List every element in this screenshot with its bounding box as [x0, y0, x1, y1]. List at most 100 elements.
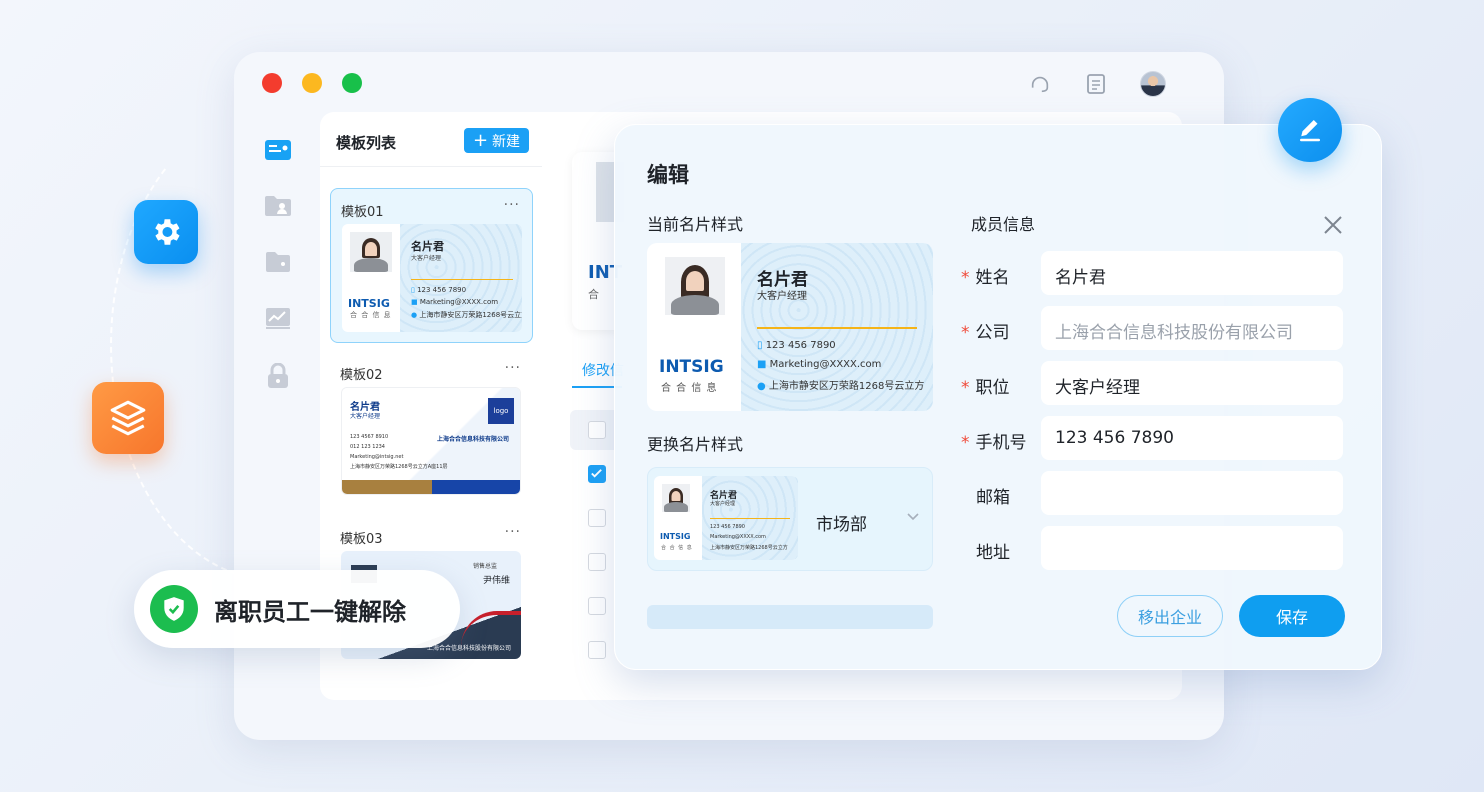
- brand-cn: 合 合 信 息: [661, 383, 718, 394]
- card-footer-band: [342, 480, 520, 494]
- layers-float-button: [92, 382, 164, 454]
- card-address: 上海市静安区万荣路1268号云立方: [710, 545, 788, 551]
- card-email: Marketing@intsig.net: [350, 454, 404, 460]
- face: [365, 242, 377, 256]
- plus-icon: +: [472, 129, 489, 151]
- preview-brand-cn: 合: [588, 288, 599, 301]
- position-input[interactable]: 大客户经理: [1041, 361, 1343, 405]
- card-title: 大客户经理: [757, 291, 807, 302]
- phone-icon: ▯: [757, 340, 766, 351]
- card-style-select[interactable]: INTSIG 合 合 信 息 名片君 大客户经理 123 456 7890 Ma…: [647, 467, 933, 571]
- label-text: 姓名: [975, 268, 1010, 288]
- template-name: 模板02: [340, 368, 383, 383]
- new-label: 新建: [492, 133, 521, 150]
- more-icon[interactable]: ···: [504, 197, 520, 213]
- company-logo: logo: [488, 398, 514, 424]
- card-address: 上海市静安区万荣路1268号云立方: [419, 311, 522, 319]
- card-company: 上海合合信息科技有限公司: [437, 436, 510, 443]
- select-all-checkbox[interactable]: [588, 421, 606, 439]
- label-text: 手机号: [975, 433, 1027, 453]
- swap-style-label: 更换名片样式: [647, 435, 744, 454]
- lock-icon[interactable]: [264, 362, 292, 390]
- headset-icon[interactable]: [1028, 72, 1052, 96]
- card-phone: 123 456 7890: [417, 286, 467, 294]
- remove-from-company-button[interactable]: 移出企业: [1117, 595, 1223, 637]
- field-label-email: 邮箱: [976, 488, 1010, 508]
- divider: [320, 166, 542, 167]
- window-maximize-dot[interactable]: [342, 73, 362, 93]
- template-name: 模板01: [341, 205, 384, 220]
- card-email-row: ■ Marketing@XXXX.com: [757, 359, 881, 370]
- card-title: 大客户经理: [411, 255, 442, 262]
- card-email: Marketing@XXXX.com: [710, 534, 766, 540]
- shield-check-icon: [150, 585, 198, 633]
- face: [671, 491, 681, 501]
- row-checkbox[interactable]: [588, 465, 606, 483]
- template-card-preview: INTSIG 合 合 信 息 名片君 大客户经理 ▯ 123 456 7890 …: [342, 224, 522, 332]
- gear-icon: [155, 219, 180, 245]
- card-address-row: ● 上海市静安区万荣路1268号云立方: [411, 310, 522, 320]
- card-title: 大客户经理: [350, 413, 381, 420]
- email-input[interactable]: [1041, 471, 1343, 515]
- name-input[interactable]: 名片君: [1041, 251, 1343, 295]
- chevron-down-icon[interactable]: [906, 512, 920, 522]
- card-name: 名片君: [411, 240, 444, 253]
- more-icon[interactable]: ···: [505, 524, 521, 540]
- template-item-02[interactable]: 模板02 ··· 名片君 大客户经理 logo 上海合合信息科技有限公司 123…: [330, 352, 533, 502]
- dialog-title: 编辑: [647, 163, 689, 187]
- address-input[interactable]: [1041, 526, 1343, 570]
- save-button[interactable]: 保存: [1239, 595, 1345, 637]
- mail-icon: ■: [411, 298, 420, 306]
- pencil-icon: [1300, 120, 1320, 142]
- card-icon[interactable]: [264, 136, 292, 164]
- contacts-folder-icon[interactable]: [264, 192, 292, 220]
- card-phone: 123 4567 8910: [350, 434, 389, 440]
- row-checkbox[interactable]: [588, 641, 606, 659]
- new-template-button[interactable]: + 新建: [464, 128, 529, 153]
- required-mark: *: [961, 268, 970, 288]
- card-divider: [757, 327, 917, 329]
- card-photo: [350, 232, 392, 272]
- current-card: INTSIG 合 合 信 息 名片君 大客户经理 ▯ 123 456 7890 …: [647, 243, 933, 411]
- row-checkbox[interactable]: [588, 553, 606, 571]
- edit-dialog: 编辑 当前名片样式 成员信息 INTSIG 合 合 信 息 名片君 大客户经理 …: [614, 124, 1382, 670]
- close-icon[interactable]: [1319, 211, 1347, 239]
- template-item-01[interactable]: 模板01 ··· INTSIG 合 合 信 息 名片君 大客户经理 ▯ 123 …: [330, 188, 533, 343]
- chart-icon[interactable]: [264, 304, 292, 332]
- card-email-row: ■ Marketing@XXXX.com: [411, 298, 498, 306]
- card-phone-row: ▯ 123 456 7890: [411, 286, 466, 294]
- feature-badge: 离职员工一键解除: [134, 570, 460, 648]
- phone-input[interactable]: 123 456 7890: [1041, 416, 1343, 460]
- window-close-dot[interactable]: [262, 73, 282, 93]
- card-name: 尹伟维: [483, 576, 511, 586]
- field-label-address: 地址: [976, 543, 1010, 563]
- card-address: 上海市静安区万荣路1268号云立方A座11层: [350, 464, 448, 470]
- row-checkbox[interactable]: [588, 597, 606, 615]
- folder-icon[interactable]: [264, 248, 292, 276]
- brand-cn: 合 合 信 息: [661, 545, 693, 551]
- member-info-label: 成员信息: [971, 215, 1036, 234]
- template-name: 模板03: [340, 532, 383, 547]
- card-accent-curve: [461, 611, 521, 647]
- brand-logo: INTSIG: [660, 532, 691, 541]
- row-checkbox[interactable]: [588, 509, 606, 527]
- placeholder-bar: [647, 605, 933, 629]
- badge-text: 离职员工一键解除: [214, 597, 406, 626]
- location-icon: ●: [757, 381, 769, 392]
- document-icon[interactable]: [1084, 72, 1108, 96]
- window-minimize-dot[interactable]: [302, 73, 322, 93]
- card-phone: 123 456 7890: [710, 524, 745, 530]
- card-email: Marketing@XXXX.com: [769, 359, 882, 370]
- required-mark: *: [961, 323, 970, 343]
- card-photo: [665, 257, 725, 315]
- card-phone: 123 456 7890: [765, 340, 836, 351]
- face: [686, 271, 704, 291]
- avatar[interactable]: [1140, 71, 1166, 97]
- settings-float-button: [134, 200, 198, 264]
- mail-icon: ■: [757, 359, 770, 370]
- brand-cn: 合 合 信 息: [350, 311, 392, 319]
- more-icon[interactable]: ···: [505, 360, 521, 376]
- company-input[interactable]: 上海合合信息科技股份有限公司: [1041, 306, 1343, 350]
- brand-logo: INTSIG: [659, 357, 724, 377]
- card-address-row: ● 上海市静安区万荣路1268号云立方: [757, 377, 924, 392]
